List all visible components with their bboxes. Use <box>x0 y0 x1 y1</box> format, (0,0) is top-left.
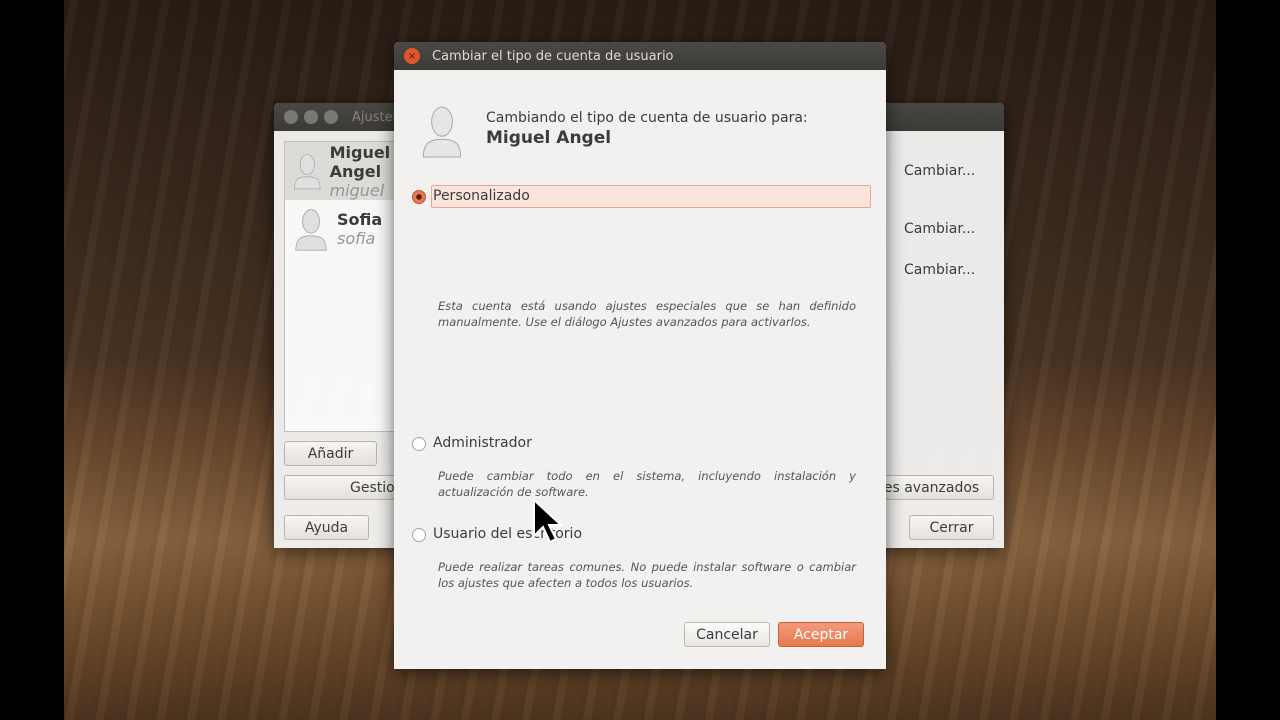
dialog-user-name: Miguel Angel <box>486 128 612 148</box>
change-button[interactable]: Cambiar... <box>904 262 975 278</box>
cancel-button[interactable]: Cancelar <box>684 622 770 647</box>
close-icon[interactable]: × <box>404 48 420 64</box>
maximize-icon[interactable] <box>324 110 338 124</box>
change-button[interactable]: Cambiar... <box>904 221 975 237</box>
dialog-title: Cambiar el tipo de cuenta de usuario <box>432 48 674 64</box>
option-custom-label[interactable]: Personalizado <box>433 188 530 204</box>
radio-administrator[interactable] <box>412 437 426 451</box>
option-desktop-user-description: Puede realizar tareas comunes. No puede … <box>438 560 856 590</box>
minimize-icon[interactable] <box>304 110 318 124</box>
close-window-icon[interactable] <box>284 110 298 124</box>
user-avatar-icon <box>293 149 322 193</box>
help-button[interactable]: Ayuda <box>284 515 369 540</box>
window-title: Ajustes <box>352 109 400 125</box>
add-user-button[interactable]: Añadir <box>284 441 377 466</box>
radio-desktop-user[interactable] <box>412 528 426 542</box>
dialog-heading: Cambiando el tipo de cuenta de usuario p… <box>486 110 808 126</box>
change-account-type-dialog: × Cambiar el tipo de cuenta de usuario C… <box>394 42 886 669</box>
mouse-cursor-icon <box>533 498 564 544</box>
user-avatar-icon <box>420 104 464 158</box>
option-administrator-description: Puede cambiar todo en el sistema, incluy… <box>438 469 856 499</box>
dialog-titlebar: × Cambiar el tipo de cuenta de usuario <box>394 42 886 70</box>
option-administrator-label[interactable]: Administrador <box>433 435 532 451</box>
close-button[interactable]: Cerrar <box>909 515 994 540</box>
option-custom-description: Esta cuenta está usando ajustes especial… <box>438 299 856 329</box>
user-login: sofia <box>337 229 376 248</box>
accept-button[interactable]: Aceptar <box>778 622 864 647</box>
radio-custom[interactable] <box>412 190 426 204</box>
user-name: Sofia <box>337 210 383 229</box>
user-avatar-icon <box>293 207 329 251</box>
change-button[interactable]: Cambiar... <box>904 163 975 179</box>
